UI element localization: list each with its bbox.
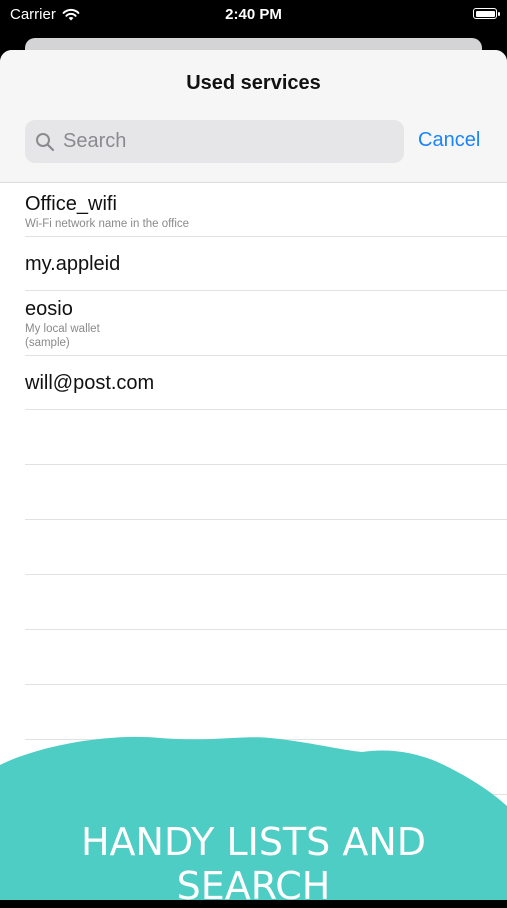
empty-row bbox=[25, 630, 507, 685]
list-item[interactable]: eosio My local wallet (sample) bbox=[25, 291, 507, 356]
empty-row bbox=[25, 685, 507, 740]
status-bar: Carrier 2:40 PM bbox=[0, 0, 507, 30]
search-icon bbox=[36, 132, 55, 151]
empty-row bbox=[25, 465, 507, 520]
item-subtitle: My local wallet bbox=[25, 323, 100, 335]
sheet-header: Used services Search Cancel bbox=[0, 50, 507, 183]
item-title: Office_wifi bbox=[25, 193, 117, 215]
item-subtitle: (sample) bbox=[25, 337, 70, 349]
empty-row bbox=[25, 740, 507, 795]
item-title: my.appleid bbox=[25, 253, 121, 275]
search-placeholder: Search bbox=[63, 130, 127, 152]
list-item[interactable]: my.appleid bbox=[25, 237, 507, 291]
status-time: 2:40 PM bbox=[225, 6, 282, 23]
cancel-button[interactable]: Cancel bbox=[418, 129, 480, 152]
list-item[interactable]: Office_wifi Wi-Fi network name in the of… bbox=[25, 183, 507, 237]
empty-row bbox=[25, 410, 507, 465]
item-subtitle: Wi-Fi network name in the office bbox=[25, 218, 190, 230]
list-item[interactable]: will@post.com bbox=[25, 356, 507, 410]
empty-row bbox=[25, 520, 507, 575]
search-input[interactable]: Search bbox=[25, 120, 404, 163]
promo-banner-text: HANDY LISTS AND SEARCH bbox=[80, 820, 427, 908]
sheet-title: Used services bbox=[186, 72, 321, 94]
item-title: eosio bbox=[25, 298, 73, 320]
item-title: will@post.com bbox=[25, 372, 155, 394]
services-sheet: Used services Search Cancel Office_wifi … bbox=[0, 50, 507, 900]
battery-icon bbox=[473, 8, 500, 19]
services-list: Office_wifi Wi-Fi network name in the of… bbox=[0, 183, 507, 850]
empty-row bbox=[25, 575, 507, 630]
